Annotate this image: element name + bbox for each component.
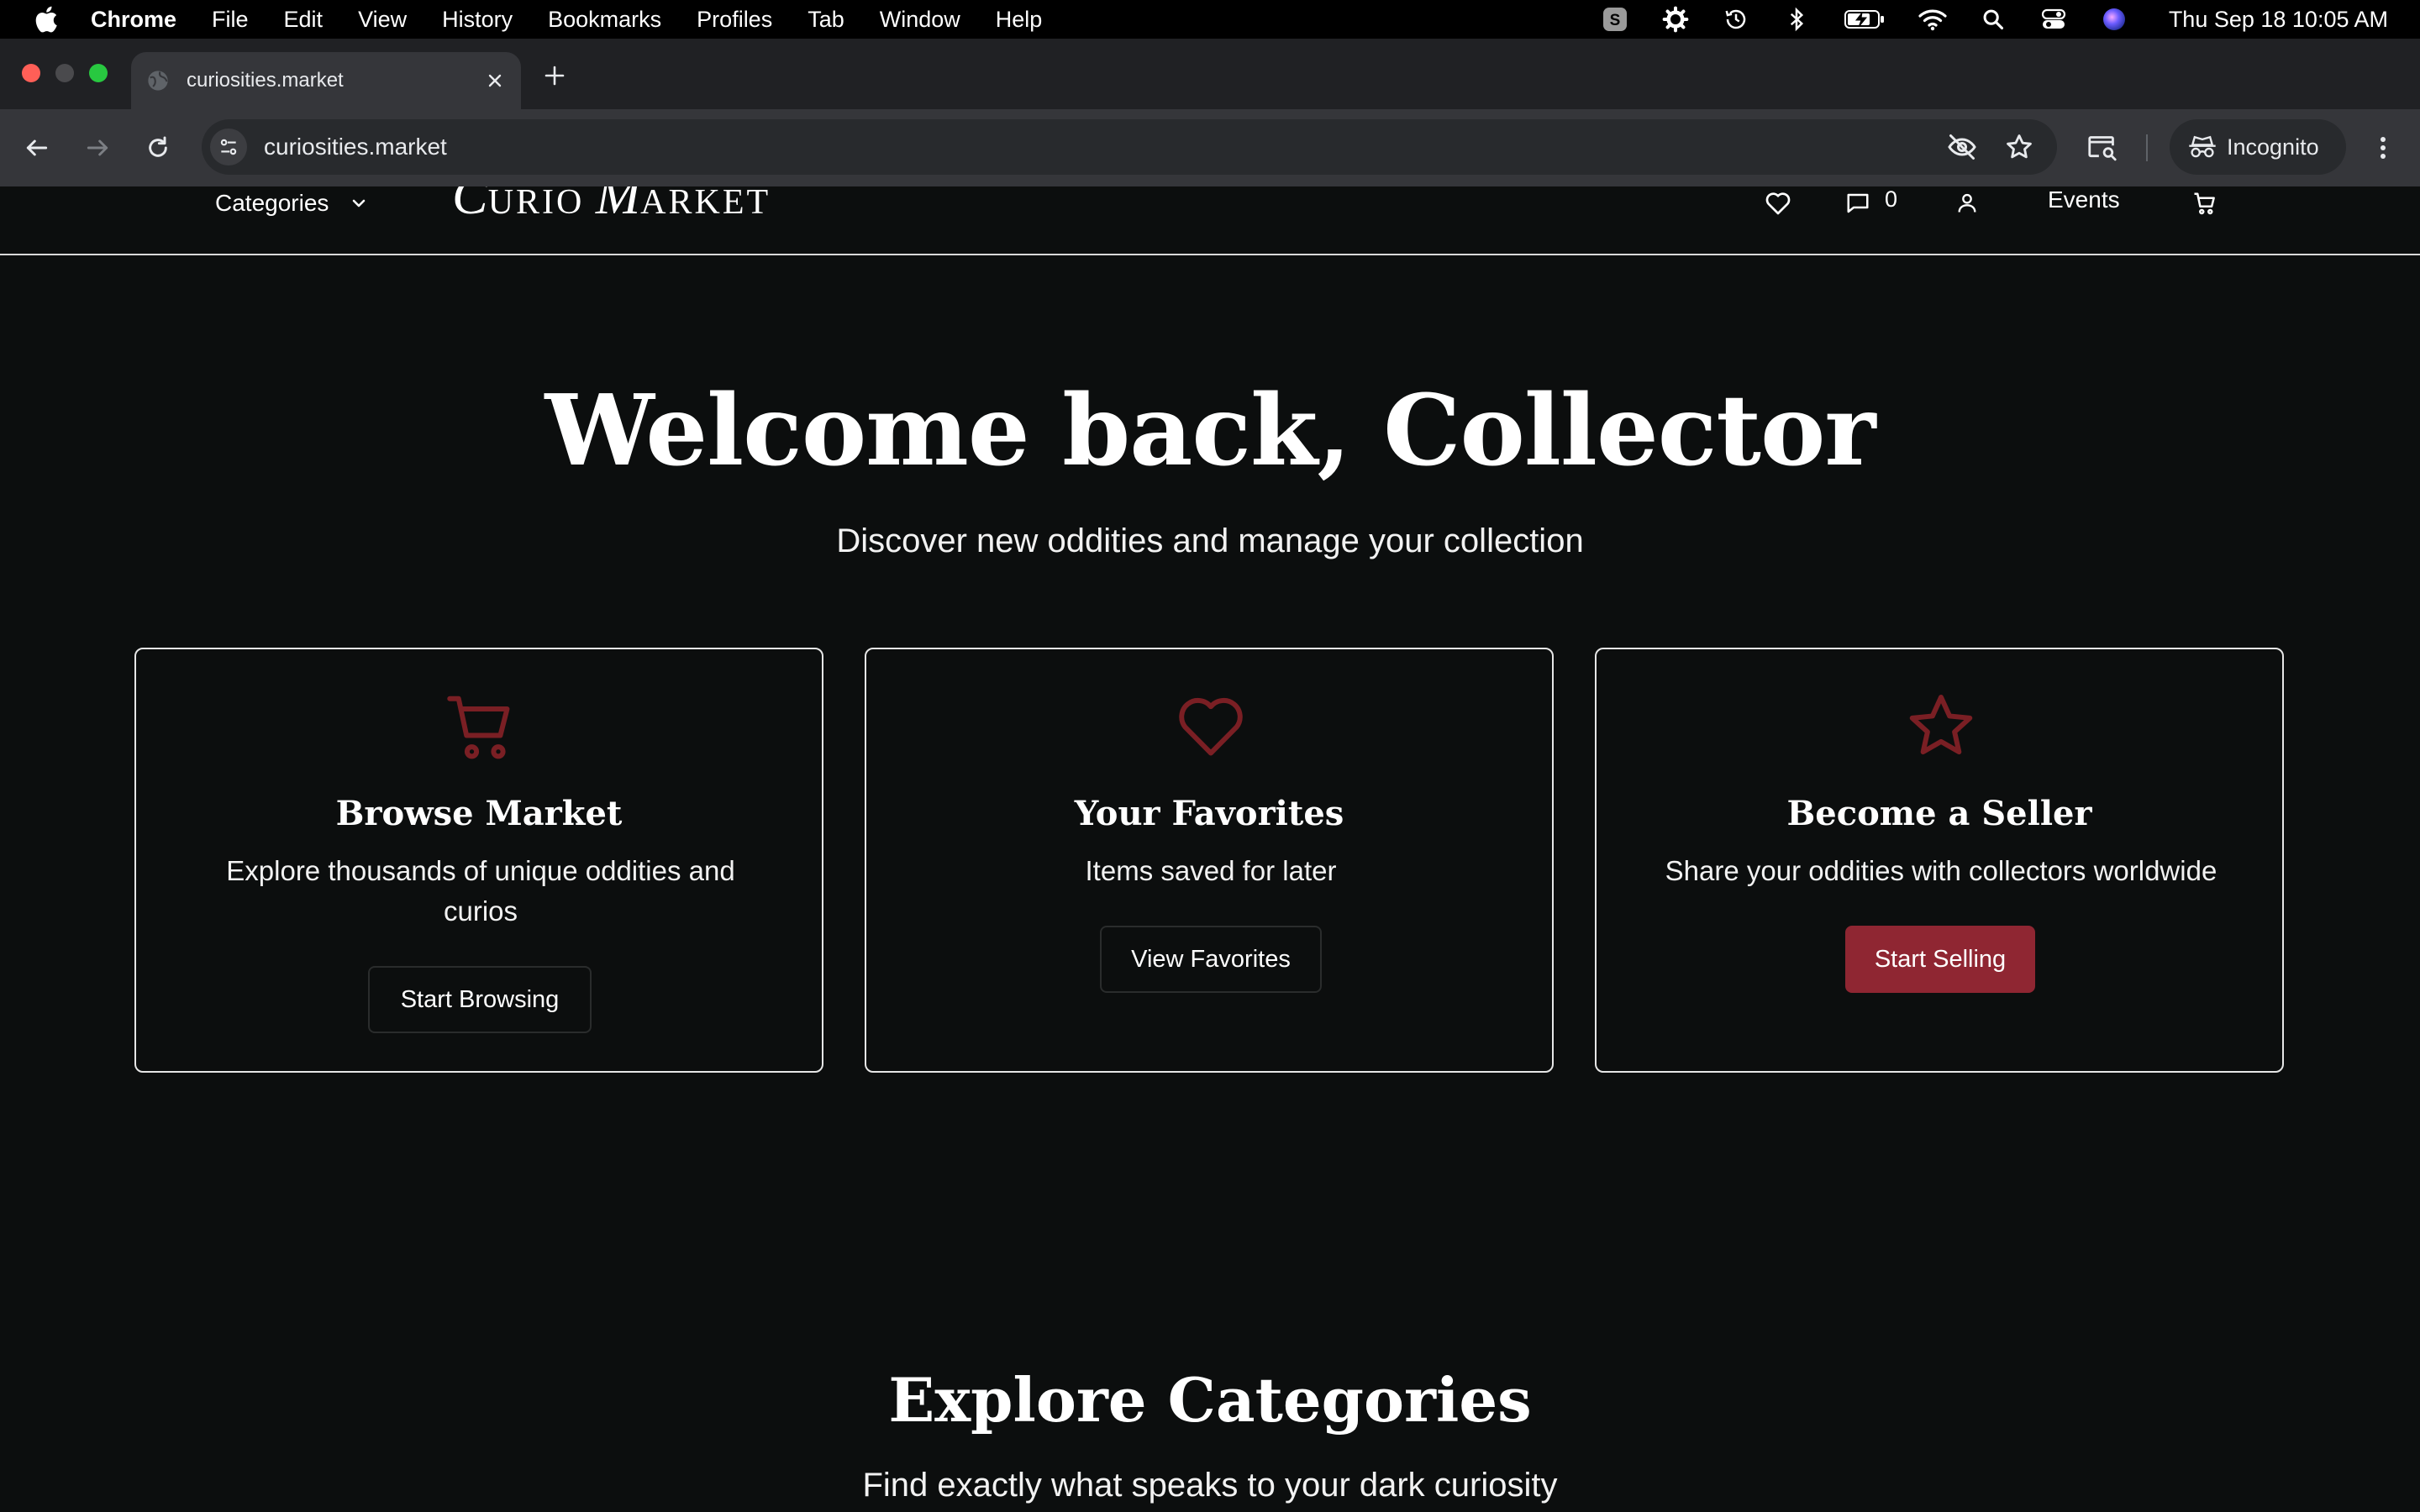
menu-edit[interactable]: Edit [284, 7, 324, 33]
your-favorites-description: Items saved for later [1085, 855, 1337, 886]
events-link[interactable]: Events [2048, 186, 2120, 213]
site-info-tune-icon[interactable] [210, 129, 247, 165]
messages-count: 0 [1885, 186, 1898, 212]
menu-window[interactable]: Window [880, 7, 960, 33]
address-bar-url[interactable]: curiosities.market [264, 134, 447, 160]
become-seller-description: Share your oddities with collectors worl… [1665, 855, 2217, 886]
new-tab-plus-icon[interactable] [539, 60, 570, 91]
siri-icon[interactable] [2100, 5, 2128, 34]
start-selling-button[interactable]: Start Selling [1845, 926, 2035, 993]
bookmark-star-icon[interactable] [2002, 129, 2037, 165]
start-browsing-button[interactable]: Start Browsing [368, 966, 592, 1033]
gear-icon[interactable] [1661, 5, 1690, 34]
view-favorites-button[interactable]: View Favorites [1100, 926, 1322, 993]
tab-close-icon[interactable] [482, 68, 508, 93]
cast-search-icon[interactable] [2086, 131, 2119, 165]
explore-categories-subtitle: Find exactly what speaks to your dark cu… [862, 1467, 1558, 1504]
explore-categories-heading: Explore Categories [888, 1364, 1532, 1436]
address-bar[interactable]: curiosities.market [202, 119, 2057, 175]
browse-market-card: Browse Market Explore thousands of uniqu… [134, 648, 823, 1073]
your-favorites-title: Your Favorites [1074, 794, 1344, 833]
incognito-icon [2189, 135, 2216, 158]
browse-market-description: Explore thousands of unique oddities and… [226, 855, 735, 927]
star-icon [1909, 695, 1973, 755]
window-close-button[interactable] [22, 64, 40, 82]
browse-market-title: Browse Market [335, 794, 623, 833]
window-zoom-button[interactable] [89, 64, 108, 82]
forward-arrow-icon[interactable] [81, 131, 114, 165]
bluetooth-icon[interactable] [1782, 5, 1811, 34]
skype-icon[interactable]: S [1601, 5, 1629, 34]
site-logo[interactable]: CURIO MARKET [452, 186, 771, 223]
menu-tab[interactable]: Tab [808, 7, 844, 33]
your-favorites-card: Your Favorites Items saved for later Vie… [865, 648, 1554, 1073]
menu-file[interactable]: File [212, 7, 249, 33]
macos-menu-bar: Chrome File Edit View History Bookmarks … [0, 0, 2420, 39]
svg-text:S: S [1609, 12, 1620, 29]
page-viewport: Categories CURIO MARKET 0 Events Welcome… [0, 186, 2420, 1512]
reload-icon[interactable] [141, 131, 175, 165]
menu-profiles[interactable]: Profiles [697, 7, 772, 33]
heart-icon [1179, 697, 1243, 756]
toolbar-divider [2146, 134, 2148, 161]
become-seller-card: Become a Seller Share your oddities with… [1595, 648, 2284, 1073]
menu-help[interactable]: Help [996, 7, 1043, 33]
back-arrow-icon[interactable] [20, 131, 54, 165]
site-header: Categories CURIO MARKET 0 Events [0, 186, 2420, 255]
favorites-heart-icon[interactable] [1765, 190, 1791, 217]
incognito-label: Incognito [2227, 134, 2319, 160]
time-machine-icon[interactable] [1722, 5, 1750, 34]
browser-tab-active[interactable]: curiosities.market [131, 52, 521, 109]
categories-dropdown[interactable]: Categories [215, 186, 369, 220]
menu-view[interactable]: View [358, 7, 407, 33]
shopping-cart-icon[interactable] [2191, 190, 2218, 217]
welcome-heading: Welcome back, Collector [544, 374, 1876, 488]
wifi-icon[interactable] [1918, 5, 1947, 34]
apple-logo-icon[interactable] [32, 4, 59, 34]
status-area: S Thu Sep 18 10:05 AM [1601, 0, 2388, 39]
account-user-icon[interactable] [1954, 190, 1981, 217]
categories-label: Categories [215, 190, 329, 216]
tab-title: curiosities.market [187, 69, 344, 92]
chrome-menu-icon[interactable] [2366, 131, 2400, 165]
spotlight-search-icon[interactable] [1979, 5, 2007, 34]
menu-bar-clock[interactable]: Thu Sep 18 10:05 AM [2169, 7, 2388, 33]
control-center-icon[interactable] [2039, 5, 2068, 34]
menu-history[interactable]: History [442, 7, 513, 33]
tracking-protection-eye-off-icon[interactable] [1944, 129, 1980, 165]
menu-bookmarks[interactable]: Bookmarks [548, 7, 661, 33]
chevron-down-icon [353, 199, 366, 207]
welcome-subtitle: Discover new oddities and manage your co… [836, 522, 1584, 559]
menu-app-name[interactable]: Chrome [91, 7, 176, 33]
globe-icon [148, 71, 168, 91]
battery-icon[interactable] [1843, 5, 1886, 34]
incognito-indicator[interactable]: Incognito [2170, 119, 2346, 175]
messages-icon[interactable] [1844, 190, 1871, 217]
become-seller-title: Become a Seller [1786, 794, 2092, 833]
window-minimize-button[interactable] [55, 64, 74, 82]
cart-icon [447, 696, 510, 759]
